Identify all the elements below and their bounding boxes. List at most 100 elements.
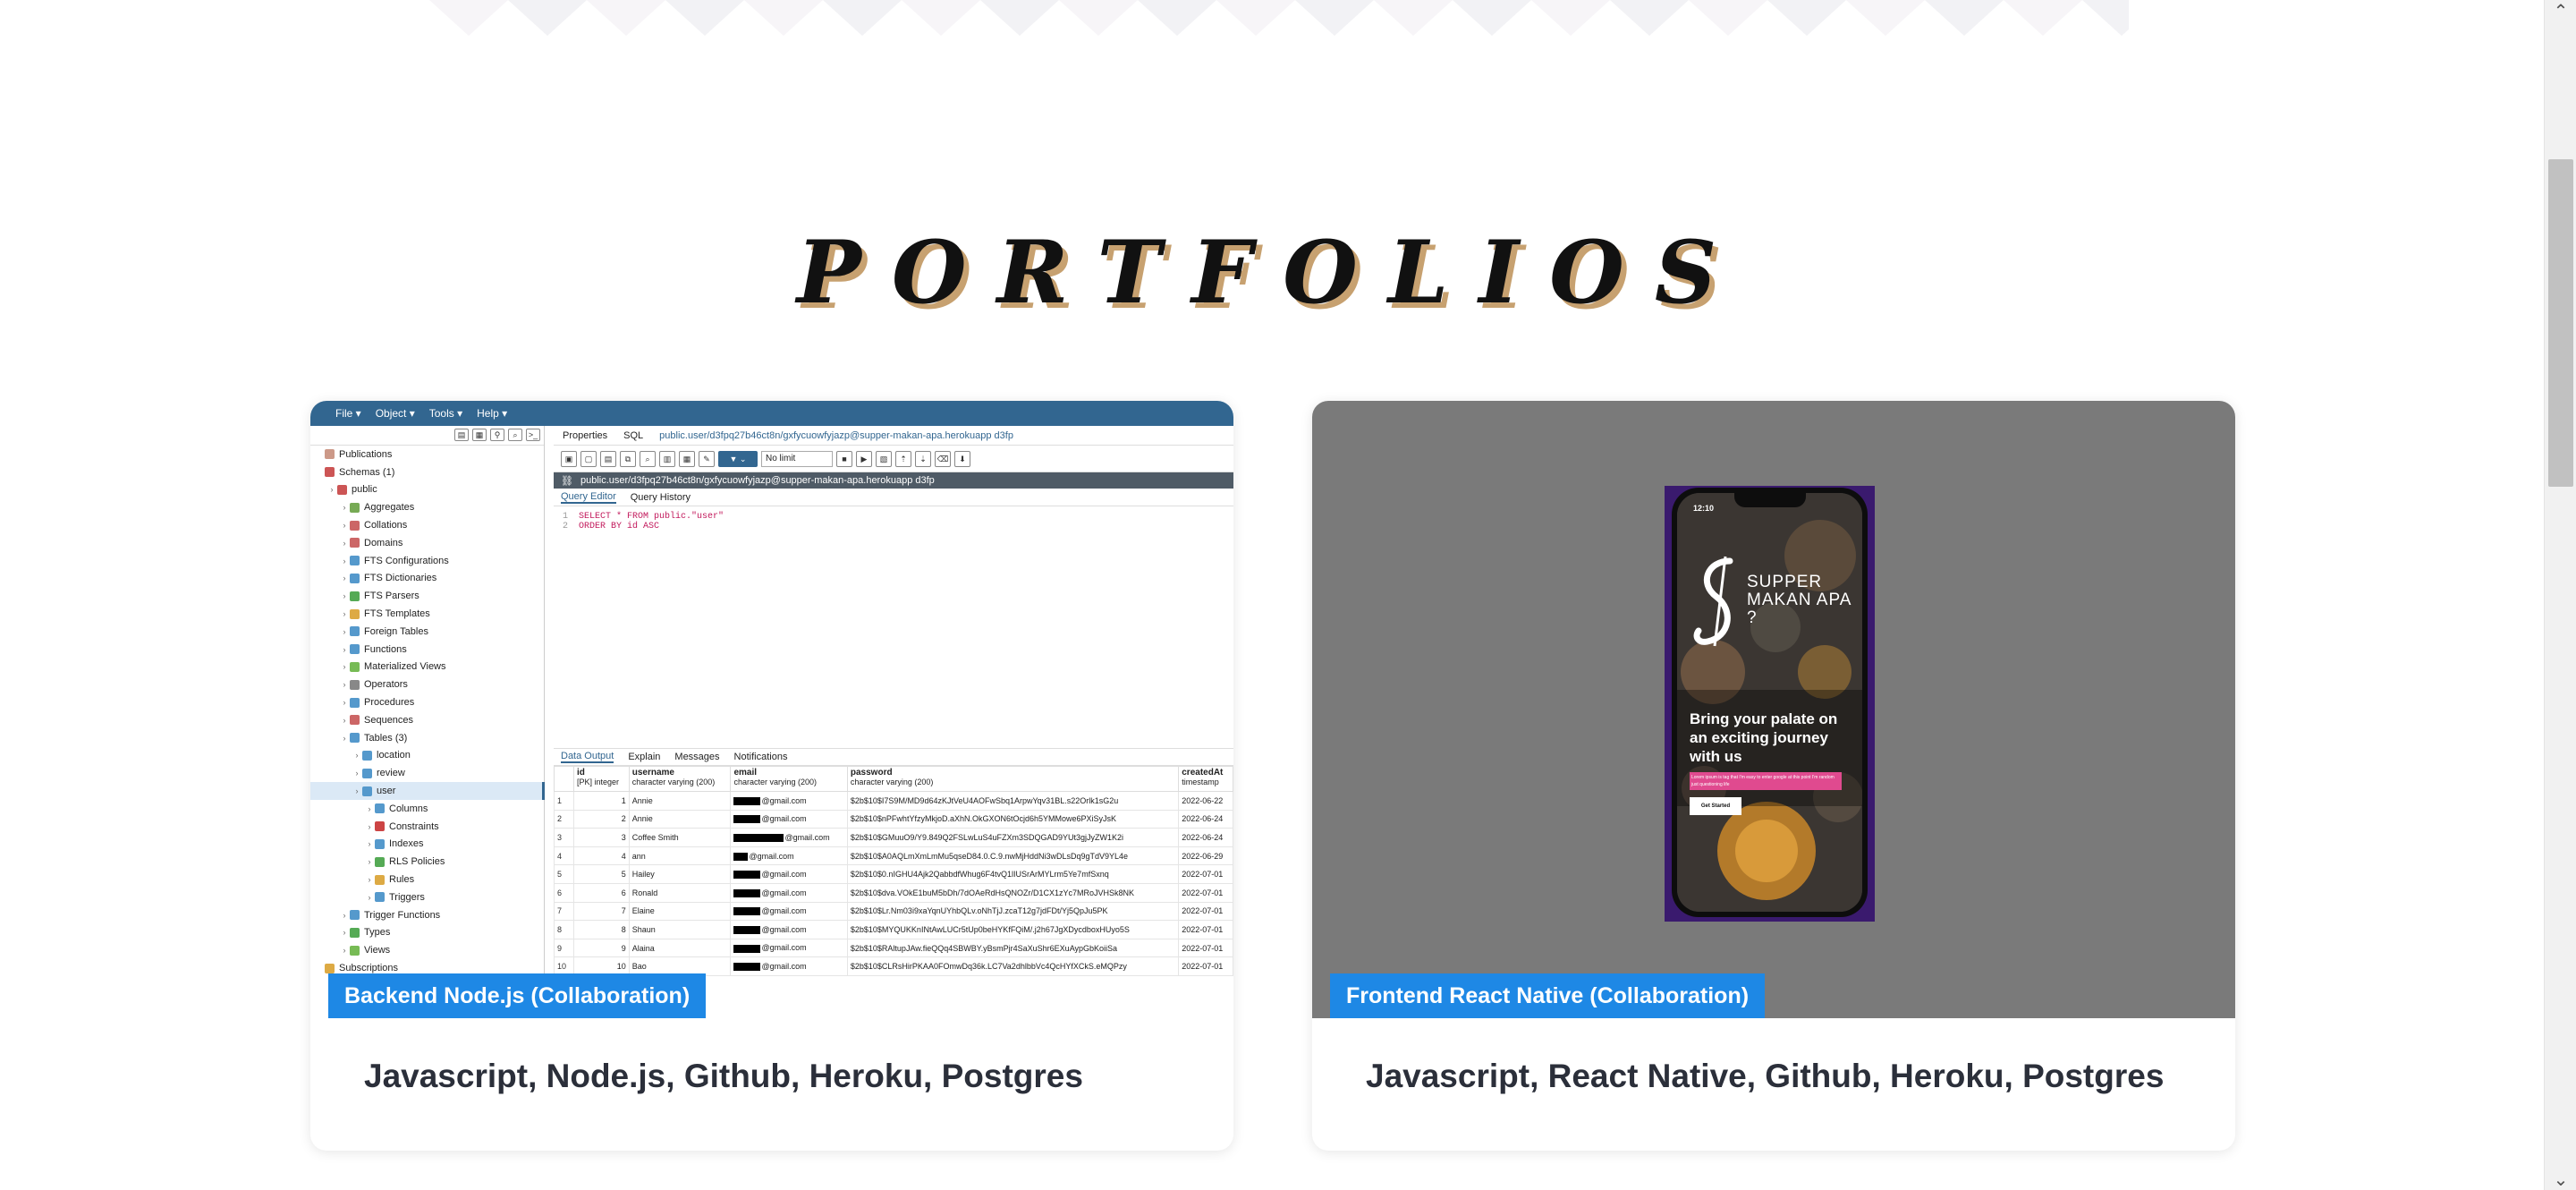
- cell-created: 2022-07-01: [1178, 938, 1233, 958]
- cell-id-text: 7: [621, 906, 626, 916]
- cell-created-text: 2022-07-01: [1182, 906, 1224, 916]
- tree-item: › Operators: [310, 676, 545, 693]
- editor-tabs: Query Editor Query History: [554, 489, 1233, 506]
- page-scrollbar[interactable]: ⌃ ⌄: [2544, 0, 2576, 1190]
- cell-password: $2b$10$I7S9M/MD9d64zKJtVeU4AOFwSbq1ArpwY…: [846, 791, 1180, 811]
- zigzag-triangle: [1767, 0, 1846, 36]
- tree-item: › Domains: [310, 534, 545, 552]
- chevron-icon: ›: [343, 503, 346, 513]
- redacted-block: [733, 852, 749, 861]
- chevron-icon: ›: [343, 928, 346, 938]
- delete-icon: ▦: [679, 450, 695, 467]
- chevron-icon: ›: [330, 485, 334, 495]
- save-file-icon: ▤: [600, 450, 616, 467]
- phone-notch: [1734, 493, 1806, 507]
- zigzag-triangle: [508, 0, 587, 36]
- scroll-up-icon[interactable]: ⌃: [2545, 0, 2576, 21]
- stop-icon: ■: [836, 450, 852, 467]
- column-header: username character varying (200): [628, 766, 732, 792]
- column-type: [PK] integer: [577, 778, 620, 786]
- pgadmin-screenshot: File ▾ Object ▾ Tools ▾ Help ▾ ▤ ▦ ⚲ ⌕ >_ P…: [310, 401, 1233, 1018]
- tree-item-label: public: [352, 484, 377, 496]
- tree-item: › Views: [310, 941, 545, 959]
- cell-created-text: 2022-06-29: [1182, 851, 1224, 861]
- scroll-down-icon[interactable]: ⌄: [2545, 1169, 2576, 1190]
- column-type: character varying (200): [850, 778, 934, 786]
- cell-rn: 7: [554, 901, 574, 922]
- tree-item-label: Foreign Tables: [364, 625, 428, 637]
- tab-data-output: Data Output: [561, 751, 614, 763]
- tree-item: › Trigger Functions: [310, 906, 545, 924]
- tree-node-icon: [350, 502, 360, 513]
- portfolio-card-frontend[interactable]: 12:10 SUPPER MAKAN APA ? Bring your pala…: [1312, 401, 2235, 1151]
- cell-rn: 8: [554, 920, 574, 939]
- table-row: 8 8 Shaun @gmail.com $2b$10$MYQUKKnINtAwLUCr…: [554, 920, 1233, 939]
- redacted-block: [733, 963, 761, 972]
- cell-id-text: 9: [621, 943, 626, 953]
- pg-menubar: File ▾ Object ▾ Tools ▾ Help ▾: [310, 401, 1233, 426]
- pg-browser-panel: ▤ ▦ ⚲ ⌕ >_ Publications Schemas (1) › publi…: [310, 426, 545, 1018]
- card-tag: Backend Node.js (Collaboration): [328, 973, 707, 1018]
- cell-id-text: 5: [621, 870, 626, 880]
- top-decoration: [429, 0, 2129, 36]
- zigzag-triangle: [1610, 0, 1689, 36]
- cell-email-text: @gmail.com: [761, 814, 807, 824]
- cell-created-text: 2022-07-01: [1182, 888, 1224, 897]
- pg-menu-item: File ▾: [335, 407, 361, 420]
- zigzag-triangle: [429, 0, 508, 36]
- cell-created: 2022-06-22: [1178, 791, 1233, 811]
- cell-username: Hailey: [628, 864, 732, 884]
- tree-node-icon: [350, 573, 360, 583]
- tab-query-editor: Query Editor: [561, 490, 616, 504]
- column-name: id: [577, 768, 585, 778]
- pg-browser-toolbar: ▤ ▦ ⚲ ⌕ >_: [310, 426, 544, 446]
- chevron-icon: ›: [368, 803, 371, 813]
- save-icon: ▣: [561, 450, 577, 467]
- cell-id-text: 2: [621, 814, 626, 824]
- column-header: password character varying (200): [846, 766, 1180, 792]
- chevron-icon: ›: [368, 875, 371, 885]
- link-icon: ⛓: [561, 475, 573, 487]
- portfolio-card-backend[interactable]: File ▾ Object ▾ Tools ▾ Help ▾ ▤ ▦ ⚲ ⌕ >_ P…: [310, 401, 1233, 1151]
- tree-item: › Columns: [310, 800, 545, 818]
- cell-password-text: $2b$10$0.nIGHU4Ajk2QabbdfWhug6F4tvQ1lIUS…: [850, 870, 1109, 880]
- zigzag-triangle: [587, 0, 665, 36]
- tree-item: › Indexes: [310, 836, 545, 854]
- phone-mockup: 12:10 SUPPER MAKAN APA ? Bring your pala…: [1665, 486, 1875, 922]
- tree-node-icon: [375, 821, 385, 832]
- tree-item-label: Schemas (1): [339, 466, 395, 478]
- tree-node-icon: [375, 803, 385, 814]
- pg-query-panel: Properties SQL public.user/d3fpq27b46ct8…: [554, 426, 1233, 1018]
- redacted-block: [733, 796, 761, 805]
- cell-password-text: $2b$10$GMuuO9/Y9.849Q2FSLwLuS4uFZXm3SDQG…: [850, 832, 1124, 842]
- tree-item-label: location: [377, 750, 411, 761]
- card-tag: Frontend React Native (Collaboration): [1330, 973, 1766, 1018]
- tree-item: › Rules: [310, 871, 545, 888]
- tree-node-icon: [350, 608, 360, 619]
- cell-password: $2b$10$dva.VOkE1buM5bDh/7dOAeRdHsQNOZr/D…: [846, 882, 1180, 903]
- zigzag-triangle: [1059, 0, 1138, 36]
- chevron-icon: ›: [355, 769, 359, 778]
- find-icon: ⌕: [640, 450, 656, 467]
- cell-username: Alaina: [628, 938, 732, 958]
- column-type: timestamp: [1182, 778, 1219, 786]
- tree-item: › Functions: [310, 641, 545, 659]
- cell-rn-text: 6: [557, 888, 563, 897]
- cell-email-text: @gmail.com: [761, 962, 807, 972]
- cell-username-text: Bao: [631, 962, 647, 972]
- chevron-icon: ›: [355, 751, 359, 761]
- cell-password: $2b$10$Lr.Nm03i9xaYqnUYhbQLv.oNhTjJ.zcaT…: [846, 901, 1180, 922]
- tree-node-icon: [362, 786, 372, 796]
- tree-item: › FTS Dictionaries: [310, 570, 545, 588]
- cell-username: Shaun: [628, 920, 732, 939]
- cell-username-text: Hailey: [631, 870, 655, 880]
- zigzag-triangle: [1531, 0, 1610, 36]
- brand-logo-icon: [1693, 556, 1733, 647]
- redacted-block: [733, 926, 761, 935]
- zigzag-triangle: [1138, 0, 1216, 36]
- cell-rn-text: 3: [557, 832, 563, 842]
- download-icon: ⬇: [954, 450, 970, 467]
- scroll-thumb[interactable]: [2548, 159, 2573, 487]
- tree-item: › RLS Policies: [310, 853, 545, 871]
- cell-password-text: $2b$10$Lr.Nm03i9xaYqnUYhbQLv.oNhTjJ.zcaT…: [850, 906, 1108, 916]
